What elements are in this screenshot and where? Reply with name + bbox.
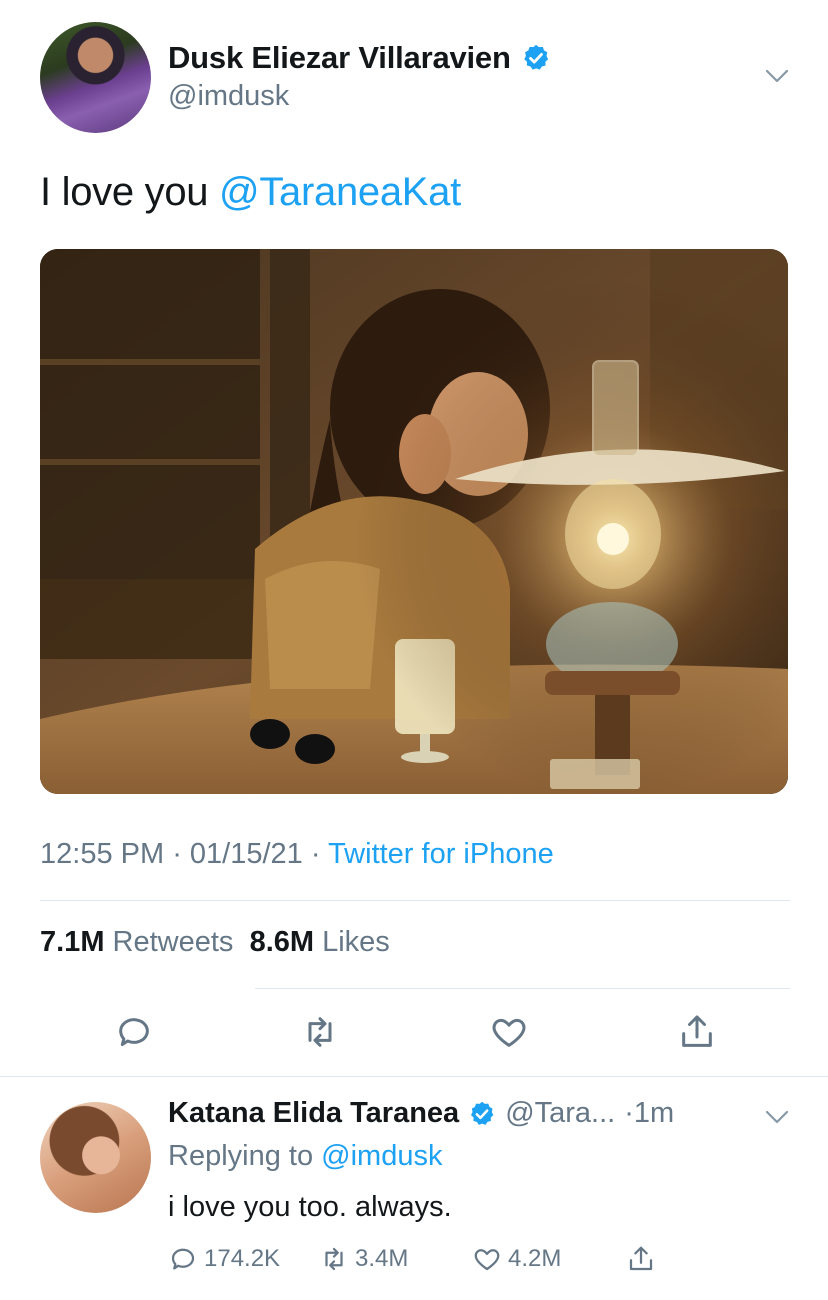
verified-badge-icon [471, 1101, 494, 1125]
reply-header: Katana Elida Taranea @Tara... ·1m [168, 1097, 674, 1130]
reply-author-avatar[interactable] [40, 1102, 151, 1213]
author-name-row: Dusk Eliezar Villaravien [168, 40, 551, 76]
tweet-action-bar [0, 1012, 828, 1056]
share-icon[interactable] [677, 1012, 717, 1052]
tweet-mention-link[interactable]: @TaraneaKat [219, 170, 461, 214]
replying-to-label: Replying to [168, 1140, 322, 1172]
reply-retweet-button[interactable]: 3.4M [319, 1244, 408, 1274]
reply-like-button[interactable]: 4.2M [472, 1244, 561, 1274]
likes-stat[interactable]: 8.6M Likes [250, 926, 390, 958]
heart-icon[interactable] [489, 1012, 529, 1052]
tweet-stats: 7.1M Retweets 8.6M Likes [40, 926, 390, 959]
tweet-text-body: I love you [40, 170, 220, 214]
likes-label: Likes [314, 926, 390, 958]
likes-count: 8.6M [249, 926, 315, 958]
comment-icon[interactable] [114, 1012, 154, 1052]
tweet-time: 12:55 PM [40, 838, 165, 870]
main-tweet: Dusk Eliezar Villaravien @imdusk I love … [0, 0, 828, 1075]
reply-retweet-count: 3.4M [355, 1245, 409, 1272]
reply-author-name[interactable]: Katana Elida Taranea [168, 1097, 459, 1130]
tweet-date: 01/15/21 [189, 838, 303, 870]
author-display-name[interactable]: Dusk Eliezar Villaravien [168, 40, 511, 76]
author-avatar[interactable] [40, 22, 151, 133]
retweet-icon[interactable] [300, 1012, 340, 1052]
tweet-photo[interactable] [40, 249, 788, 794]
heart-icon [474, 1249, 500, 1271]
reply-action-bar: 174.2K 3.4M 4.2M [168, 1244, 788, 1278]
photo-illustration [40, 249, 788, 794]
retweets-stat[interactable]: 7.1M Retweets [40, 926, 233, 958]
tweet-source-link[interactable]: Twitter for iPhone [328, 838, 554, 870]
divider [255, 988, 790, 989]
retweets-label: Retweets [104, 926, 234, 958]
share-icon [629, 1246, 653, 1271]
reply-comment-button[interactable]: 174.2K [168, 1244, 280, 1274]
tweet-meta: 12:55 PM · 01/15/21 · Twitter for iPhone [40, 838, 554, 871]
meta-separator: · [302, 838, 329, 870]
retweets-count: 7.1M [40, 926, 105, 958]
comment-icon [171, 1248, 195, 1270]
reply-author-handle[interactable]: @Tara... [505, 1097, 615, 1130]
meta-separator: · [164, 838, 190, 870]
author-handle[interactable]: @imdusk [168, 80, 289, 113]
divider [40, 900, 790, 901]
reply-like-count: 4.2M [508, 1245, 562, 1272]
reply-text: i love you too. always. [168, 1191, 452, 1223]
replying-to-mention[interactable]: @imdusk [321, 1140, 442, 1172]
verified-badge-icon [523, 44, 548, 70]
tweet-text: I love you @TaraneaKat [40, 170, 461, 215]
reply-time: ·1m [624, 1097, 675, 1129]
reply-tweet[interactable]: Katana Elida Taranea @Tara... ·1m Replyi… [0, 1077, 828, 1300]
reply-comment-count: 174.2K [204, 1245, 281, 1272]
replying-to: Replying to @imdusk [168, 1140, 442, 1173]
reply-share-button[interactable] [626, 1244, 656, 1274]
chevron-down-icon[interactable] [764, 66, 790, 86]
retweet-icon [325, 1247, 343, 1271]
chevron-down-icon[interactable] [764, 1107, 790, 1127]
